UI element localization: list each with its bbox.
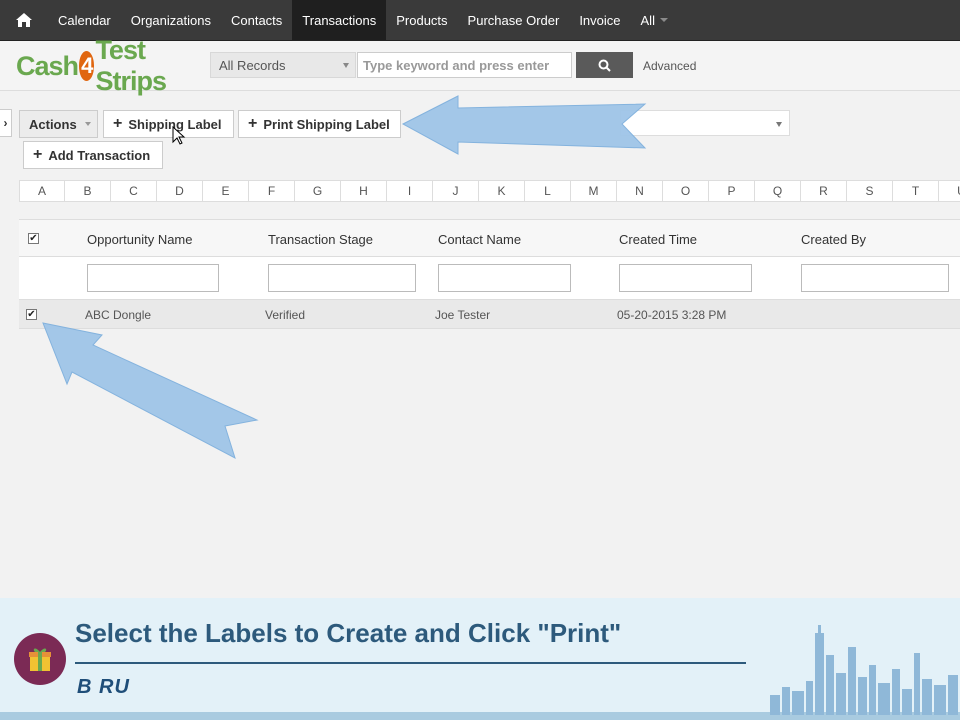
- search-input[interactable]: [357, 52, 572, 78]
- alphabet-filter: A B C D E F G H I J K L M N O P Q R S T …: [19, 180, 960, 202]
- chevron-right-icon: ›: [3, 116, 8, 130]
- caption-divider: [75, 662, 746, 664]
- home-button[interactable]: [0, 0, 48, 40]
- skyline-icon: [770, 625, 958, 715]
- table-header: ✔ Opportunity Name Transaction Stage Con…: [19, 219, 960, 257]
- records-filter-select[interactable]: All Records: [210, 52, 356, 78]
- plus-icon: +: [113, 115, 123, 132]
- cell-stage: Verified: [265, 308, 306, 322]
- alpha-letter[interactable]: T: [893, 180, 939, 202]
- nav-transactions[interactable]: Transactions: [292, 0, 387, 40]
- search-button[interactable]: [576, 52, 633, 78]
- advanced-search-link[interactable]: Advanced: [643, 59, 696, 73]
- alpha-letter[interactable]: O: [663, 180, 709, 202]
- logo-part-2: 4: [79, 51, 95, 81]
- filter-contact-input[interactable]: [438, 264, 571, 292]
- brand-logo: B RU: [77, 676, 130, 698]
- nav-all-label: All: [640, 12, 655, 28]
- alpha-letter[interactable]: A: [19, 180, 65, 202]
- records-filter-value: All Records: [219, 57, 286, 73]
- alpha-letter[interactable]: G: [295, 180, 341, 202]
- alpha-letter[interactable]: U: [939, 180, 960, 202]
- column-header-contact[interactable]: Contact Name: [438, 232, 521, 247]
- nav-purchase-order[interactable]: Purchase Order: [458, 0, 570, 40]
- filter-created-by-input[interactable]: [801, 264, 949, 292]
- alpha-letter[interactable]: S: [847, 180, 893, 202]
- logo-part-3: Test Strips: [95, 35, 167, 96]
- nav-calendar[interactable]: Calendar: [48, 0, 121, 40]
- row-checkbox[interactable]: ✔: [26, 309, 37, 320]
- actions-dropdown[interactable]: Actions: [19, 110, 98, 138]
- nav-products[interactable]: Products: [386, 0, 457, 40]
- arrow-pointing-row-checkbox: [42, 322, 259, 460]
- alpha-letter[interactable]: C: [111, 180, 157, 202]
- chevron-down-icon: [84, 122, 91, 126]
- alpha-letter[interactable]: H: [341, 180, 387, 202]
- company-logo[interactable]: Cash 4 Test Strips: [16, 35, 184, 96]
- filter-stage-input[interactable]: [268, 264, 416, 292]
- table-row[interactable]: ✔ ABC Dongle Verified Joe Tester 05-20-2…: [19, 300, 960, 329]
- table-filter-row: [19, 257, 960, 300]
- alpha-letter[interactable]: R: [801, 180, 847, 202]
- chevron-down-icon: [776, 122, 782, 127]
- plus-icon: +: [248, 115, 258, 132]
- alpha-letter[interactable]: B: [65, 180, 111, 202]
- alpha-letter[interactable]: I: [387, 180, 433, 202]
- alpha-letter[interactable]: P: [709, 180, 755, 202]
- print-shipping-label-text: Print Shipping Label: [263, 116, 390, 132]
- alpha-letter[interactable]: F: [249, 180, 295, 202]
- filter-created-time-input[interactable]: [619, 264, 752, 292]
- add-transaction-button[interactable]: + Add Transaction: [23, 141, 163, 169]
- filter-opportunity-input[interactable]: [87, 264, 219, 292]
- chevron-down-icon: [343, 63, 349, 68]
- gift-badge: [14, 633, 66, 685]
- plus-icon: +: [33, 146, 43, 163]
- alpha-letter[interactable]: Q: [755, 180, 801, 202]
- nav-invoice[interactable]: Invoice: [569, 0, 630, 40]
- add-transaction-text: Add Transaction: [48, 147, 151, 163]
- alpha-letter[interactable]: M: [571, 180, 617, 202]
- logo-part-1: Cash: [16, 50, 79, 81]
- column-header-created-time[interactable]: Created Time: [619, 232, 697, 247]
- column-header-created-by[interactable]: Created By: [801, 232, 866, 247]
- banner-caption: Select the Labels to Create and Click "P…: [75, 618, 622, 648]
- nav-all-menu[interactable]: All: [631, 0, 678, 40]
- cell-created-time: 05-20-2015 3:28 PM: [617, 308, 727, 322]
- column-header-opportunity[interactable]: Opportunity Name: [87, 232, 193, 247]
- shipping-label-button[interactable]: + Shipping Label: [103, 110, 234, 138]
- cell-contact[interactable]: Joe Tester: [435, 308, 490, 322]
- home-icon: [16, 13, 32, 27]
- alpha-letter[interactable]: D: [157, 180, 203, 202]
- alpha-letter[interactable]: E: [203, 180, 249, 202]
- sidebar-toggle[interactable]: ›: [0, 109, 12, 137]
- alpha-letter[interactable]: N: [617, 180, 663, 202]
- select-all-checkbox[interactable]: ✔: [28, 233, 39, 244]
- alpha-letter[interactable]: L: [525, 180, 571, 202]
- cell-opportunity[interactable]: ABC Dongle: [85, 308, 151, 322]
- column-header-stage[interactable]: Transaction Stage: [268, 232, 373, 247]
- shipping-label-text: Shipping Label: [128, 116, 222, 132]
- view-select[interactable]: [620, 110, 790, 136]
- arrow-pointing-print-button: [401, 95, 647, 155]
- chevron-down-icon: [659, 18, 668, 22]
- gift-icon: [29, 648, 51, 671]
- nav-contacts[interactable]: Contacts: [221, 0, 292, 40]
- alpha-letter[interactable]: K: [479, 180, 525, 202]
- nav-organizations[interactable]: Organizations: [121, 0, 221, 40]
- search-icon: [598, 59, 611, 72]
- alpha-letter[interactable]: J: [433, 180, 479, 202]
- actions-label: Actions: [29, 116, 77, 132]
- print-shipping-label-button[interactable]: + Print Shipping Label: [238, 110, 401, 138]
